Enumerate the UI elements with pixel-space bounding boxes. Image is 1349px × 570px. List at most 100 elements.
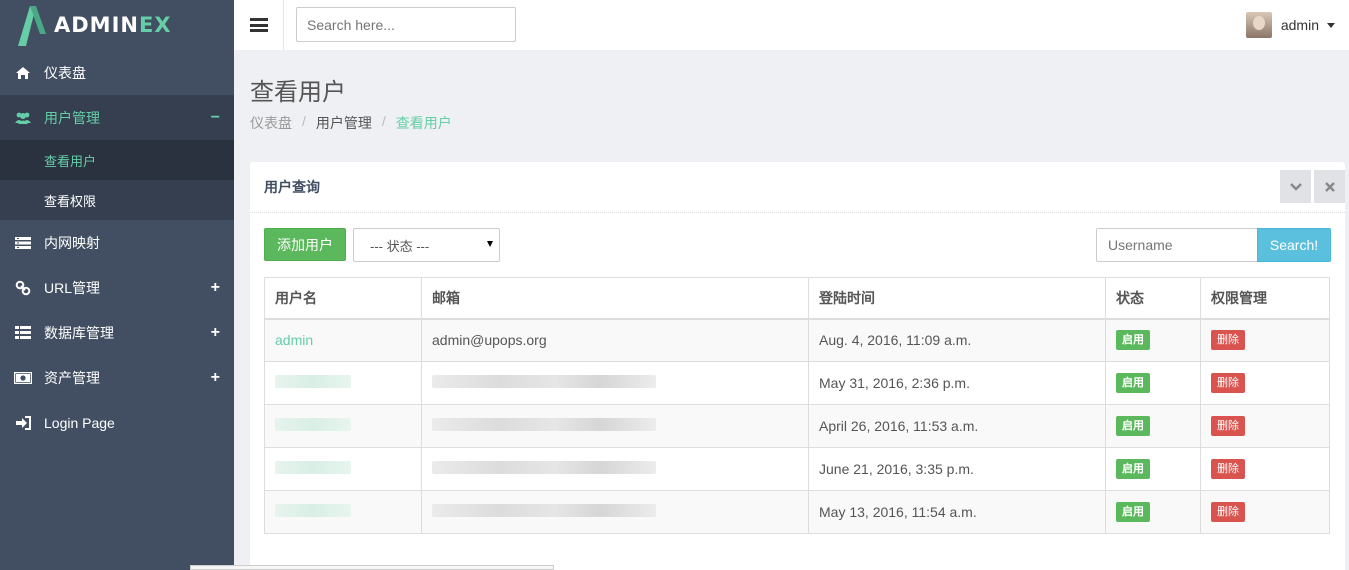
username-cell: admin	[264, 318, 422, 362]
table-row: April 26, 2016, 11:53 a.m. 启用 删除	[264, 404, 1330, 448]
column-header-status[interactable]: 状态	[1105, 277, 1201, 320]
breadcrumb-separator: /	[381, 113, 386, 129]
username-link[interactable]: admin	[275, 332, 313, 348]
sidebar-item-assets[interactable]: 资产管理 +	[0, 355, 234, 400]
sidebar-item-label: 仪表盘	[44, 64, 86, 81]
delete-button[interactable]: 删除	[1211, 330, 1245, 351]
permissions-cell: 删除	[1200, 318, 1330, 362]
brand-name: ADMIN	[54, 13, 139, 37]
caret-down-icon	[1327, 22, 1335, 28]
status-badge-enabled[interactable]: 启用	[1116, 330, 1150, 351]
status-cell: 启用	[1105, 318, 1201, 362]
email-cell	[421, 361, 809, 405]
status-select-value: --- 状态 ---	[370, 238, 430, 254]
submenu-item-view-users[interactable]: 查看用户	[0, 140, 234, 180]
permissions-cell: 删除	[1200, 361, 1330, 405]
table-row: admin admin@upops.org Aug. 4, 2016, 11:0…	[264, 318, 1330, 362]
redacted-email	[432, 418, 656, 431]
sidebar-item-users[interactable]: 用户管理 −	[0, 95, 234, 140]
sidebar-item-dashboard[interactable]: 仪表盘	[0, 50, 234, 95]
submenu-item-view-permissions[interactable]: 查看权限	[0, 180, 234, 220]
expand-icon[interactable]: +	[211, 369, 220, 387]
login-time-cell: June 21, 2016, 3:35 p.m.	[808, 447, 1106, 491]
status-cell: 启用	[1105, 404, 1201, 448]
hamburger-icon	[249, 18, 268, 32]
redacted-username[interactable]	[275, 418, 351, 431]
email-cell	[421, 404, 809, 448]
table-row: May 31, 2016, 2:36 p.m. 启用 删除	[264, 361, 1330, 405]
username-cell	[264, 490, 422, 534]
redacted-username[interactable]	[275, 461, 351, 474]
sidebar-item-label: Login Page	[44, 414, 115, 431]
panel-controls: 添加用户 --- 状态 --- Search!	[264, 228, 1331, 262]
money-icon	[14, 369, 32, 387]
expand-icon[interactable]: +	[211, 324, 220, 342]
logo-icon	[18, 6, 46, 46]
status-badge-enabled[interactable]: 启用	[1116, 416, 1150, 436]
permissions-cell: 删除	[1200, 404, 1330, 448]
collapse-icon[interactable]: −	[211, 109, 220, 127]
redacted-email	[432, 461, 656, 474]
chevron-down-icon	[1289, 182, 1302, 191]
username-cell	[264, 447, 422, 491]
redacted-email	[432, 504, 656, 517]
sidebar-item-intranet-mapping[interactable]: 内网映射	[0, 220, 234, 265]
breadcrumb-item-dashboard[interactable]: 仪表盘	[250, 113, 292, 133]
column-header-permissions[interactable]: 权限管理	[1200, 277, 1330, 320]
redacted-username[interactable]	[275, 504, 351, 517]
sidebar-item-label: URL管理	[44, 279, 101, 296]
status-badge-enabled[interactable]: 启用	[1116, 459, 1150, 479]
page-title: 查看用户	[250, 79, 346, 106]
column-header-username[interactable]: 用户名	[264, 277, 422, 320]
breadcrumb-separator: /	[302, 113, 306, 129]
users-icon	[14, 109, 32, 127]
panel-header: 用户查询	[250, 162, 1345, 213]
login-time-cell: May 13, 2016, 11:54 a.m.	[808, 490, 1106, 534]
redacted-username[interactable]	[275, 375, 351, 388]
breadcrumb-item-users[interactable]: 用户管理	[316, 113, 372, 133]
column-header-email[interactable]: 邮箱	[421, 277, 809, 320]
sidebar: ADMINEX 仪表盘 用户管理 − 查看用户 查看权限 内网映射 URL管理 …	[0, 0, 234, 570]
user-menu[interactable]: admin	[1245, 12, 1335, 38]
sidebar-item-url[interactable]: URL管理 +	[0, 265, 234, 310]
table-row: May 13, 2016, 11:54 a.m. 启用 删除	[264, 490, 1330, 534]
expand-icon[interactable]: +	[211, 279, 220, 297]
table-row: June 21, 2016, 3:35 p.m. 启用 删除	[264, 447, 1330, 491]
status-select[interactable]: --- 状态 ---	[353, 228, 500, 262]
table-header-row: 用户名 邮箱 登陆时间 状态 权限管理	[264, 277, 1330, 320]
close-panel-button[interactable]	[1314, 170, 1345, 203]
home-icon	[14, 64, 32, 82]
dropdown-arrow-icon	[487, 241, 493, 247]
user-name: admin	[1280, 17, 1319, 33]
menu-toggle-button[interactable]	[234, 0, 284, 50]
delete-button[interactable]: 删除	[1211, 502, 1245, 522]
login-time-cell: April 26, 2016, 11:53 a.m.	[808, 404, 1106, 448]
status-badge-enabled[interactable]: 启用	[1116, 502, 1150, 522]
email-cell: admin@upops.org	[421, 318, 809, 362]
login-time-cell: Aug. 4, 2016, 11:09 a.m.	[808, 318, 1106, 362]
close-icon	[1324, 181, 1335, 192]
sidebar-item-label: 内网映射	[44, 234, 100, 251]
collapse-panel-button[interactable]	[1280, 170, 1311, 203]
brand-accent: EX	[138, 13, 172, 37]
delete-button[interactable]: 删除	[1211, 459, 1245, 479]
submenu-users: 查看用户 查看权限	[0, 140, 234, 220]
sidebar-item-login-page[interactable]: Login Page	[0, 400, 234, 445]
breadcrumb-item-current: 查看用户	[395, 115, 452, 131]
status-badge-enabled[interactable]: 启用	[1116, 373, 1150, 393]
add-user-button[interactable]: 添加用户	[264, 228, 346, 261]
logo[interactable]: ADMINEX	[0, 0, 234, 50]
server-icon	[14, 234, 32, 252]
horizontal-scrollbar[interactable]	[190, 565, 554, 570]
sign-in-icon	[14, 414, 32, 432]
breadcrumb: 仪表盘 / 用户管理 / 查看用户	[250, 113, 452, 133]
sidebar-item-database[interactable]: 数据库管理 +	[0, 310, 234, 355]
delete-button[interactable]: 删除	[1211, 373, 1245, 393]
status-cell: 启用	[1105, 490, 1201, 534]
username-input[interactable]	[1096, 228, 1258, 262]
delete-button[interactable]: 删除	[1211, 416, 1245, 436]
avatar	[1245, 12, 1272, 38]
column-header-login-time[interactable]: 登陆时间	[808, 277, 1106, 320]
search-button[interactable]: Search!	[1257, 228, 1331, 262]
search-input[interactable]	[296, 7, 516, 42]
